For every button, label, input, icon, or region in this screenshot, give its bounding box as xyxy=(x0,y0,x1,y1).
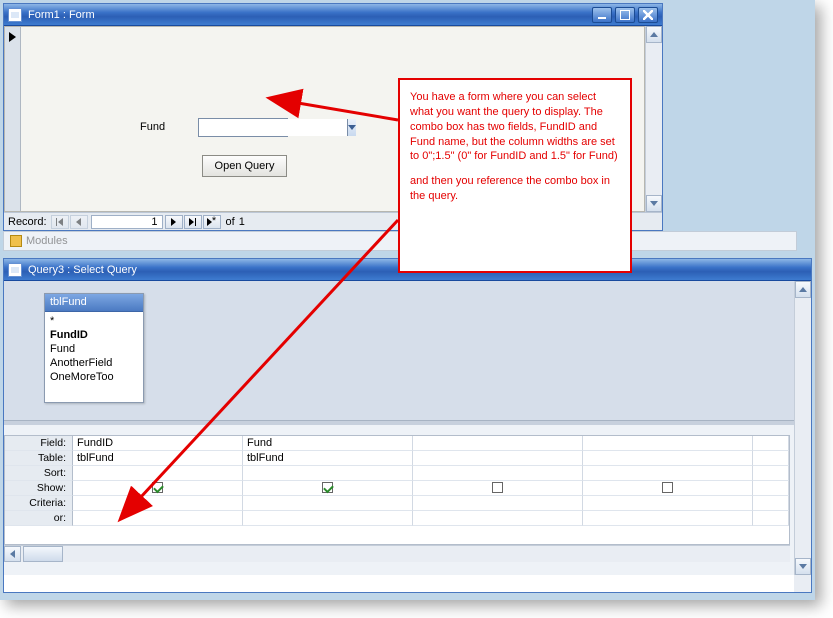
nav-last-button[interactable] xyxy=(184,215,202,229)
grid-cell-criteria[interactable] xyxy=(583,496,753,511)
show-checkbox[interactable] xyxy=(662,482,673,493)
app-canvas: Form1 : Form Fund Open Query Record: xyxy=(0,0,815,600)
grid-cell-table[interactable] xyxy=(583,451,753,466)
close-button[interactable] xyxy=(638,7,658,23)
nav-prev-button[interactable] xyxy=(70,215,88,229)
maximize-button[interactable] xyxy=(615,7,635,23)
nav-new-button[interactable]: * xyxy=(203,215,221,229)
grid-cell-field[interactable] xyxy=(413,436,583,451)
grid-cell-sort[interactable] xyxy=(413,466,583,481)
grid-cell-show[interactable] xyxy=(243,481,413,496)
grid-cell-or[interactable] xyxy=(243,511,413,526)
grid-cell-field[interactable] xyxy=(583,436,753,451)
grid-cell-show[interactable] xyxy=(413,481,583,496)
record-number-input[interactable] xyxy=(91,215,163,229)
chevron-down-icon xyxy=(650,201,658,206)
show-checkbox[interactable] xyxy=(152,482,163,493)
scroll-down-button[interactable] xyxy=(795,558,811,575)
form-titlebar[interactable]: Form1 : Form xyxy=(4,4,662,26)
grid-cell-table[interactable] xyxy=(413,451,583,466)
scroll-down-button[interactable] xyxy=(646,195,662,212)
field-item[interactable]: Fund xyxy=(50,342,138,356)
grid-label-criteria: Criteria: xyxy=(5,496,73,511)
grid-cell-table[interactable] xyxy=(753,451,789,466)
grid-label-show: Show: xyxy=(5,481,73,496)
scroll-up-button[interactable] xyxy=(646,26,662,43)
query-design-grid[interactable]: Field: FundID Fund Table: tblFund tblFun… xyxy=(4,435,790,545)
table-field-list: * FundID Fund AnotherField OneMoreToo xyxy=(45,312,143,386)
scroll-corner xyxy=(794,575,811,592)
grid-cell-field[interactable] xyxy=(753,436,789,451)
grid-cell-table[interactable]: tblFund xyxy=(243,451,413,466)
annotation-callout: You have a form where you can select wha… xyxy=(398,78,632,273)
fund-combobox-input[interactable] xyxy=(199,119,347,136)
show-checkbox[interactable] xyxy=(322,482,333,493)
grid-cell-or[interactable] xyxy=(413,511,583,526)
grid-cell-show[interactable] xyxy=(583,481,753,496)
field-item[interactable]: * xyxy=(50,314,138,328)
grid-cell-criteria[interactable] xyxy=(243,496,413,511)
form-vertical-scrollbar[interactable] xyxy=(645,26,662,212)
chevron-left-icon xyxy=(10,550,15,558)
grid-cell-table[interactable]: tblFund xyxy=(73,451,243,466)
query-title: Query3 : Select Query xyxy=(28,264,137,276)
record-selector-bar[interactable] xyxy=(5,27,21,211)
fund-label: Fund xyxy=(140,121,165,133)
record-of-label: of xyxy=(226,216,235,228)
minimize-button[interactable] xyxy=(592,7,612,23)
grid-cell-sort[interactable] xyxy=(243,466,413,481)
grid-cell-sort[interactable] xyxy=(753,466,789,481)
grid-cell-or[interactable] xyxy=(583,511,753,526)
grid-cell-criteria[interactable] xyxy=(73,496,243,511)
scroll-thumb[interactable] xyxy=(23,546,63,562)
nav-next-button[interactable] xyxy=(165,215,183,229)
chevron-up-icon xyxy=(650,32,658,37)
modules-icon xyxy=(10,235,22,247)
fund-combobox-dropdown-button[interactable] xyxy=(347,119,356,136)
grid-cell-or[interactable] xyxy=(73,511,243,526)
query-icon xyxy=(8,263,22,277)
query-window: Query3 : Select Query tblFund * FundID F… xyxy=(3,258,812,593)
query-diagram-pane[interactable]: tblFund * FundID Fund AnotherField OneMo… xyxy=(4,281,794,421)
grid-label-field: Field: xyxy=(5,436,73,451)
query-horizontal-scrollbar[interactable] xyxy=(4,545,790,562)
grid-cell-criteria[interactable] xyxy=(413,496,583,511)
nav-first-button[interactable] xyxy=(51,215,69,229)
scroll-left-button[interactable] xyxy=(4,546,21,562)
grid-cell-field[interactable]: FundID xyxy=(73,436,243,451)
record-total: 1 xyxy=(239,216,245,228)
field-item-pk[interactable]: FundID xyxy=(50,328,138,342)
form-title: Form1 : Form xyxy=(28,9,95,21)
current-record-icon xyxy=(9,32,16,42)
chevron-down-icon xyxy=(348,125,356,130)
grid-cell-sort[interactable] xyxy=(73,466,243,481)
grid-label-sort: Sort: xyxy=(5,466,73,481)
modules-label: Modules xyxy=(26,235,68,247)
grid-cell-show[interactable] xyxy=(73,481,243,496)
query-grid-pane: Field: FundID Fund Table: tblFund tblFun… xyxy=(4,425,794,575)
table-tblfund[interactable]: tblFund * FundID Fund AnotherField OneMo… xyxy=(44,293,144,403)
show-checkbox[interactable] xyxy=(492,482,503,493)
field-item[interactable]: OneMoreToo xyxy=(50,370,138,384)
query-vertical-scrollbar[interactable] xyxy=(794,281,811,575)
grid-cell-field[interactable]: Fund xyxy=(243,436,413,451)
chevron-down-icon xyxy=(799,564,807,569)
grid-cell-show[interactable] xyxy=(753,481,789,496)
grid-label-or: or: xyxy=(5,511,73,526)
table-header[interactable]: tblFund xyxy=(45,294,143,312)
record-label: Record: xyxy=(8,216,47,228)
callout-text-1: You have a form where you can select wha… xyxy=(410,90,620,164)
grid-cell-criteria[interactable] xyxy=(753,496,789,511)
grid-label-table: Table: xyxy=(5,451,73,466)
chevron-up-icon xyxy=(799,287,807,292)
grid-cell-or[interactable] xyxy=(753,511,789,526)
scroll-up-button[interactable] xyxy=(795,281,811,298)
field-item[interactable]: AnotherField xyxy=(50,356,138,370)
open-query-button[interactable]: Open Query xyxy=(202,155,287,177)
form-icon xyxy=(8,8,22,22)
fund-combobox[interactable] xyxy=(198,118,288,137)
grid-cell-sort[interactable] xyxy=(583,466,753,481)
callout-text-2: and then you reference the combo box in … xyxy=(410,174,620,204)
